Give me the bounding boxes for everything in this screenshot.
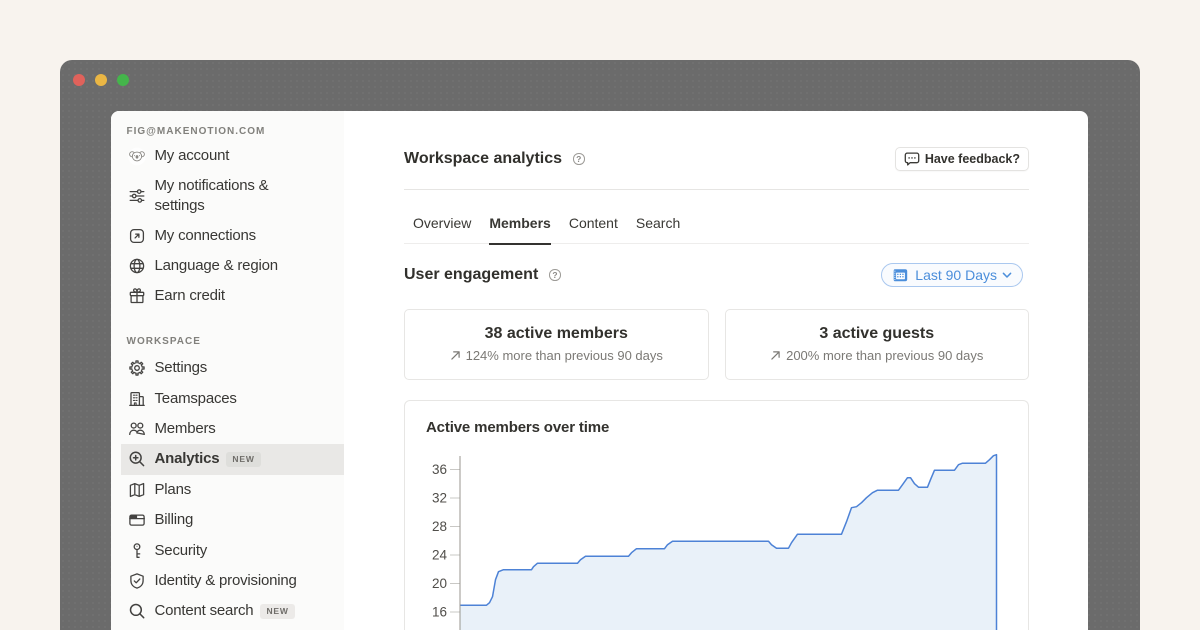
svg-text:32: 32 (432, 491, 447, 506)
svg-text:16: 16 (432, 605, 447, 620)
svg-text:20: 20 (432, 576, 447, 591)
svg-text:36: 36 (432, 462, 447, 477)
svg-text:24: 24 (432, 548, 448, 563)
svg-text:28: 28 (432, 519, 447, 534)
